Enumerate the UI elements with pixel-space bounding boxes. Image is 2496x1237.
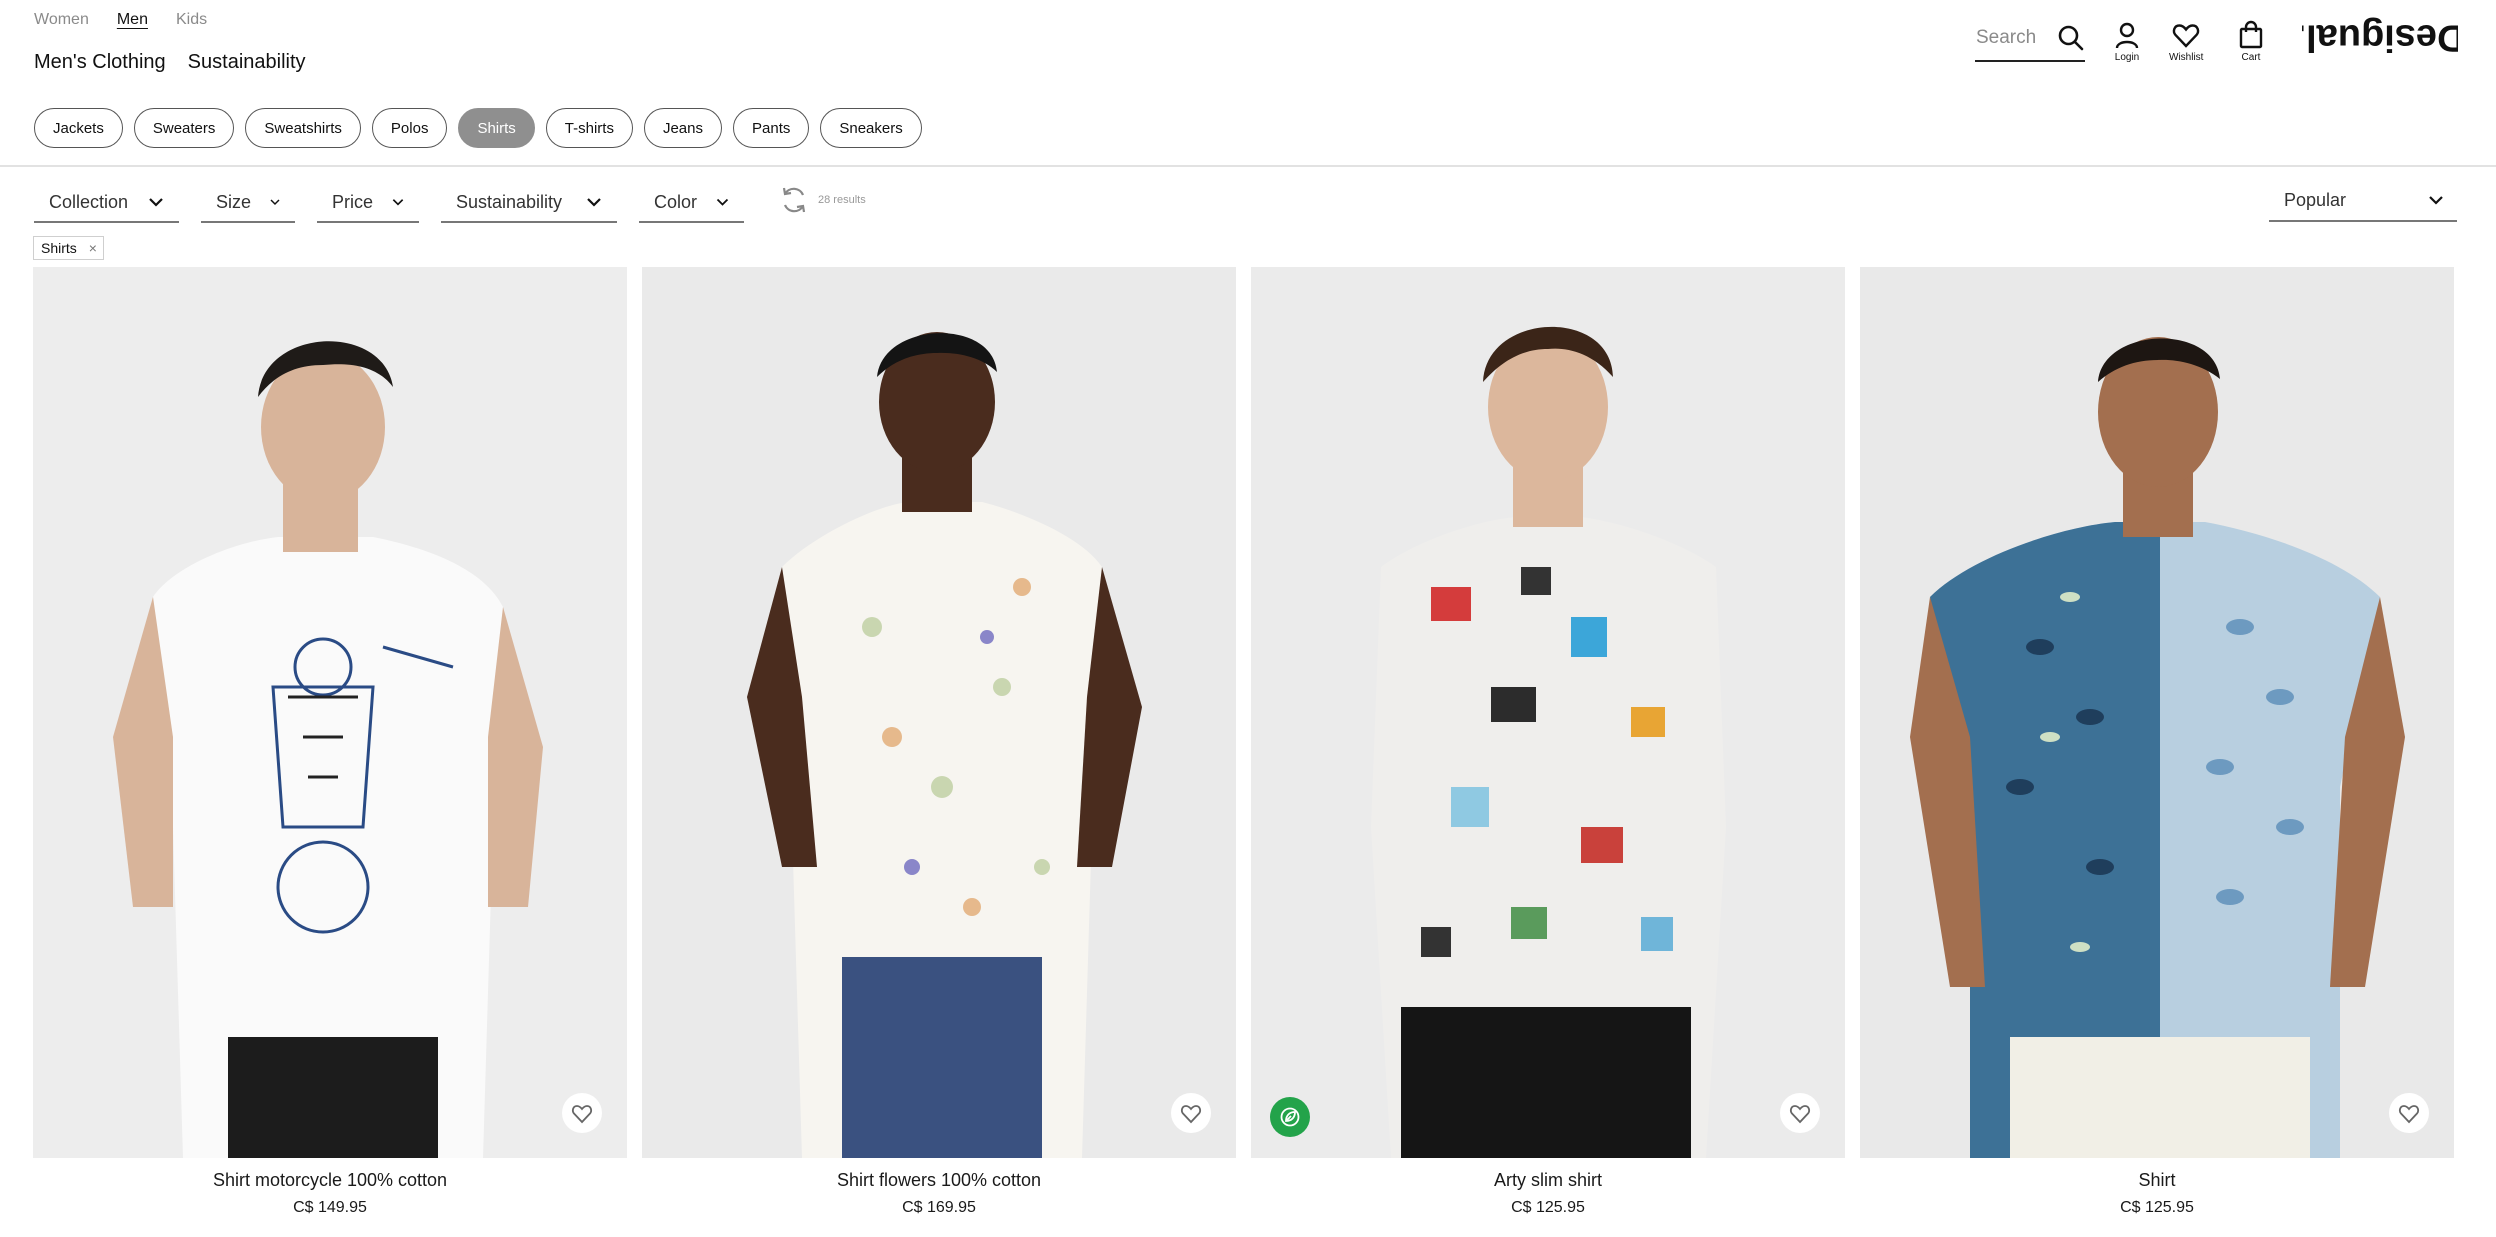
- wishlist-toggle[interactable]: [562, 1093, 602, 1133]
- results-count: 28 results: [778, 184, 866, 216]
- sub-nav-sustainability[interactable]: Sustainability: [188, 48, 306, 76]
- product-name[interactable]: Arty slim shirt: [1251, 1169, 1845, 1191]
- chevron-down-icon: [392, 199, 404, 206]
- filter-collection[interactable]: Collection: [34, 183, 179, 223]
- wishlist-toggle[interactable]: [2389, 1093, 2429, 1133]
- product-name[interactable]: Shirt flowers 100% cotton: [642, 1169, 1236, 1191]
- search-placeholder: Search: [1976, 27, 2037, 48]
- category-jeans[interactable]: Jeans: [643, 108, 722, 148]
- filter-label: Price: [332, 192, 374, 212]
- chevron-down-icon: [270, 199, 280, 206]
- heart-icon: [571, 1105, 593, 1124]
- login-label: Login: [2114, 52, 2140, 63]
- logo-text: Desigual.: [2302, 17, 2458, 59]
- search-input[interactable]: Search: [1975, 20, 2085, 62]
- wishlist-button[interactable]: Wishlist: [2169, 20, 2203, 64]
- sub-nav-mens-clothing[interactable]: Men's Clothing: [34, 48, 166, 76]
- category-polos[interactable]: Polos: [371, 108, 448, 148]
- refresh-icon[interactable]: [778, 184, 810, 216]
- desigual-logo[interactable]: Desigual.: [2302, 14, 2458, 70]
- product-photo: [33, 267, 627, 1158]
- gender-tab-kids[interactable]: Kids: [176, 8, 207, 32]
- filter-price[interactable]: Price: [317, 183, 419, 223]
- filter-color[interactable]: Color: [639, 183, 744, 223]
- results-text: 28 results: [818, 194, 866, 206]
- sub-nav: Men's Clothing Sustainability: [34, 48, 306, 76]
- chevron-down-icon: [587, 198, 601, 207]
- product-grid: Shirt motorcycle 100% cotton C$ 149.95 S…: [33, 267, 2454, 1218]
- product-image[interactable]: [1251, 267, 1845, 1158]
- chevron-down-icon: [716, 198, 729, 206]
- product-photo: [1860, 267, 2454, 1158]
- product-price: C$ 169.95: [902, 1199, 976, 1216]
- gender-tab-women[interactable]: Women: [34, 8, 89, 32]
- product-card[interactable]: Shirt C$ 125.95: [1860, 267, 2454, 1218]
- wishlist-label: Wishlist: [2169, 52, 2204, 63]
- category-sneakers[interactable]: Sneakers: [820, 108, 922, 148]
- filter-size[interactable]: Size: [201, 183, 295, 223]
- product-price: C$ 149.95: [293, 1199, 367, 1216]
- filter-label: Collection: [49, 192, 129, 212]
- product-photo: [642, 267, 1236, 1158]
- category-jackets[interactable]: Jackets: [34, 108, 123, 148]
- cart-label: Cart: [2241, 52, 2261, 63]
- filter-label: Size: [216, 192, 252, 212]
- filter-sustainability[interactable]: Sustainability: [441, 183, 617, 223]
- product-name[interactable]: Shirt: [1860, 1169, 2454, 1191]
- header-divider: [0, 165, 2496, 167]
- sustainability-badge: [1270, 1097, 1310, 1137]
- heart-icon: [1789, 1105, 1811, 1124]
- search-icon[interactable]: [2057, 24, 2085, 52]
- active-filter-chip: Shirts ×: [33, 236, 104, 260]
- category-tshirts[interactable]: T-shirts: [545, 108, 633, 148]
- wishlist-toggle[interactable]: [1171, 1093, 1211, 1133]
- category-sweatshirts[interactable]: Sweatshirts: [245, 108, 361, 148]
- cart-button[interactable]: Cart: [2236, 20, 2266, 64]
- product-image[interactable]: [33, 267, 627, 1158]
- category-sweaters[interactable]: Sweaters: [133, 108, 235, 148]
- heart-icon: [2398, 1105, 2420, 1124]
- product-card[interactable]: Shirt flowers 100% cotton C$ 169.95: [642, 267, 1236, 1218]
- product-card[interactable]: Shirt motorcycle 100% cotton C$ 149.95: [33, 267, 627, 1218]
- product-card[interactable]: Arty slim shirt C$ 125.95: [1251, 267, 1845, 1218]
- chevron-down-icon: [149, 198, 163, 207]
- product-price: C$ 125.95: [2120, 1199, 2194, 1216]
- sort-select[interactable]: Popular: [2269, 180, 2457, 222]
- product-name[interactable]: Shirt motorcycle 100% cotton: [33, 1169, 627, 1191]
- heart-icon: [2173, 24, 2200, 48]
- category-pills: Jackets Sweaters Sweatshirts Polos Shirt…: [34, 108, 922, 148]
- heart-icon: [1180, 1105, 1202, 1124]
- chip-label: Shirts: [41, 240, 77, 256]
- sort-value: Popular: [2284, 189, 2347, 210]
- product-photo: [1251, 267, 1845, 1158]
- product-price: C$ 125.95: [1511, 1199, 1585, 1216]
- bag-icon: [2239, 20, 2263, 49]
- product-image[interactable]: [642, 267, 1236, 1158]
- chevron-down-icon: [2429, 196, 2443, 205]
- category-shirts[interactable]: Shirts: [458, 108, 535, 148]
- category-pants[interactable]: Pants: [733, 108, 810, 148]
- user-icon: [2115, 22, 2139, 49]
- gender-tab-men[interactable]: Men: [117, 8, 148, 32]
- gender-nav: Women Men Kids: [34, 8, 207, 32]
- filter-label: Color: [654, 192, 698, 212]
- filter-bar: Collection Size Price Sustainability Col…: [34, 183, 744, 223]
- product-image[interactable]: [1860, 267, 2454, 1158]
- filter-label: Sustainability: [456, 192, 563, 212]
- leaf-icon: [1280, 1107, 1300, 1127]
- close-icon[interactable]: ×: [89, 241, 97, 255]
- wishlist-toggle[interactable]: [1780, 1093, 1820, 1133]
- login-button[interactable]: Login: [2112, 20, 2142, 64]
